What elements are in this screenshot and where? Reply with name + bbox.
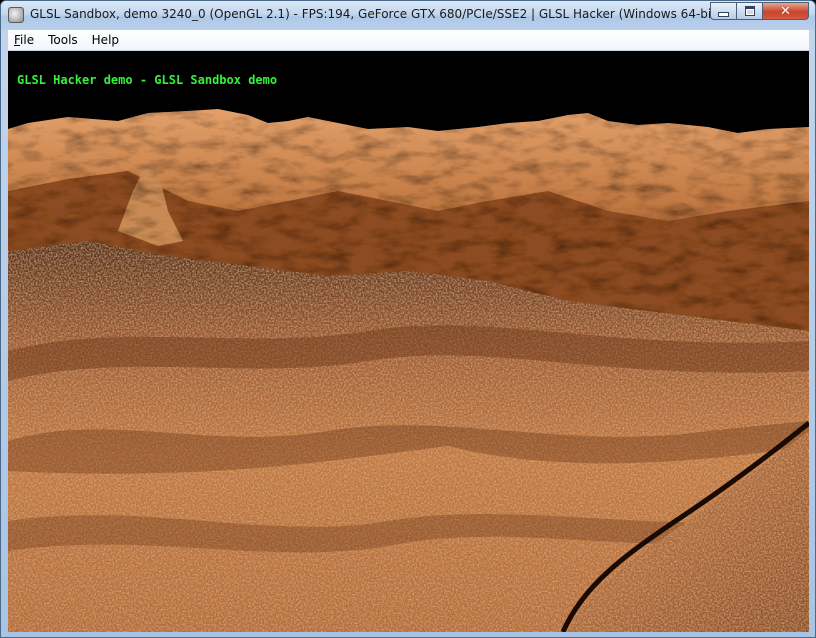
caption-buttons: ✕ bbox=[710, 2, 809, 21]
demo-overlay-label: GLSL Hacker demo - GLSL Sandbox demo bbox=[17, 73, 278, 87]
window-title: GLSL Sandbox, demo 3240_0 (OpenGL 2.1) -… bbox=[30, 7, 755, 21]
terrain-render bbox=[8, 51, 809, 632]
close-button[interactable]: ✕ bbox=[763, 2, 809, 20]
app-window: GLSL Sandbox, demo 3240_0 (OpenGL 2.1) -… bbox=[0, 0, 816, 638]
title-bar[interactable]: GLSL Sandbox, demo 3240_0 (OpenGL 2.1) -… bbox=[1, 1, 815, 30]
app-icon[interactable] bbox=[8, 7, 24, 23]
minimize-button[interactable] bbox=[710, 2, 737, 20]
maximize-icon bbox=[744, 6, 755, 16]
menu-help[interactable]: Help bbox=[85, 30, 126, 50]
close-icon: ✕ bbox=[780, 3, 791, 19]
menu-file[interactable]: File bbox=[8, 30, 41, 50]
maximize-button[interactable] bbox=[737, 2, 763, 20]
menu-bar: File Tools Help bbox=[8, 30, 809, 51]
minimize-icon bbox=[718, 11, 729, 17]
menu-file-label: ile bbox=[20, 33, 35, 47]
menu-tools[interactable]: Tools bbox=[41, 30, 85, 50]
render-viewport[interactable]: GLSL Hacker demo - GLSL Sandbox demo bbox=[8, 51, 809, 632]
